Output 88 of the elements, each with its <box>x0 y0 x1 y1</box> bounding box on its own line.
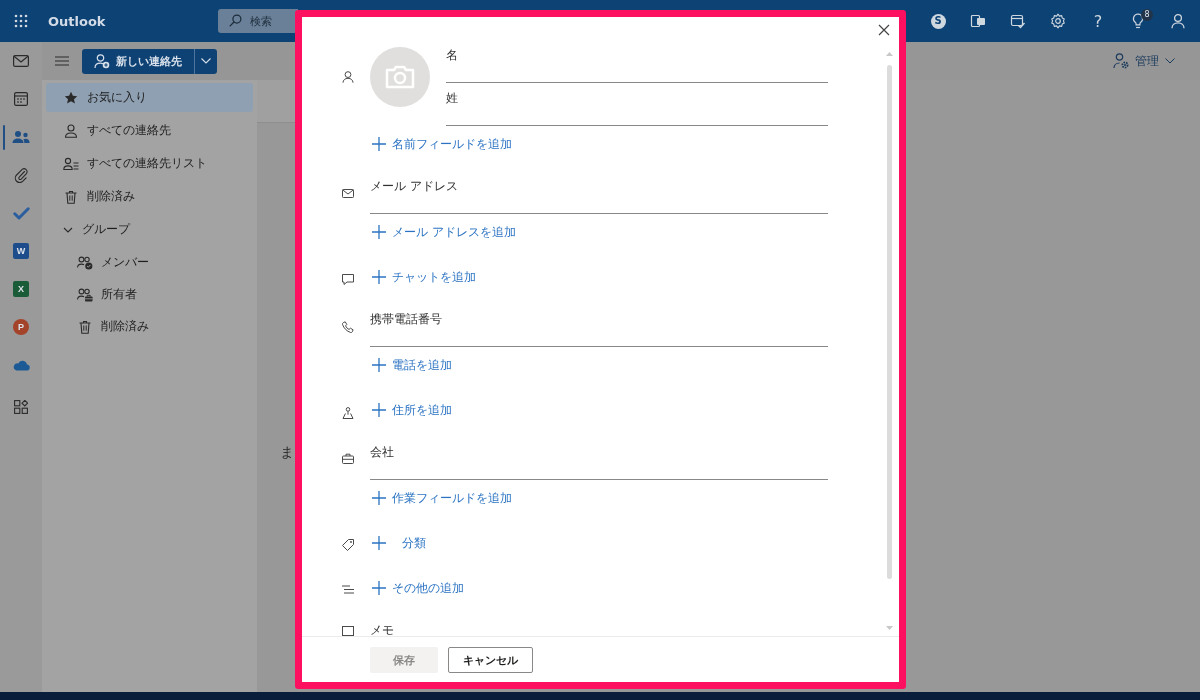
envelope-icon <box>13 55 29 67</box>
search-field[interactable]: 検索 <box>218 9 298 33</box>
scrollbar-thumb[interactable] <box>886 65 892 579</box>
app-button[interactable]: X <box>0 270 42 308</box>
add-field-link[interactable]: 住所を追加 <box>370 400 452 420</box>
cloud-icon <box>12 359 30 371</box>
document-tile-icon <box>970 13 986 29</box>
app-name: Outlook <box>48 13 106 29</box>
new-contact-dropdown-button[interactable] <box>194 48 217 74</box>
add-field-link[interactable]: メール アドレスを追加 <box>370 222 516 242</box>
notification-badge: 8 <box>1141 9 1153 21</box>
plus-icon <box>372 403 386 417</box>
scroll-down-icon <box>885 626 893 630</box>
folder-item[interactable]: お気に入り <box>46 83 253 112</box>
person-icon <box>64 123 78 138</box>
checkmark-icon <box>12 206 30 220</box>
group-header[interactable]: グループ <box>46 215 253 244</box>
person-pin-icon <box>342 407 354 419</box>
briefcase-icon <box>342 453 354 464</box>
help-button[interactable]: ? <box>1078 0 1118 42</box>
tips-button[interactable]: 8 <box>1118 0 1158 42</box>
envelope-icon <box>342 189 354 198</box>
add-field-link[interactable]: 名前フィールドを追加 <box>370 134 512 154</box>
lines-icon <box>342 585 354 594</box>
letter-tile-logo: X <box>13 281 29 297</box>
folder-item[interactable]: 所有者 <box>46 280 253 309</box>
phone-icon <box>342 321 354 333</box>
camera-icon <box>385 65 415 89</box>
dialog-button[interactable]: キャンセル <box>448 647 533 673</box>
plus-icon <box>372 491 386 505</box>
plus-icon <box>372 225 386 239</box>
lightbulb-icon <box>1131 13 1145 29</box>
person-icon <box>342 71 354 83</box>
app-launcher-icon <box>14 14 28 28</box>
chevron-down-icon <box>1165 58 1175 64</box>
tag-icon <box>342 539 354 551</box>
plus-icon <box>372 137 386 151</box>
people-briefcase-icon <box>77 287 93 302</box>
person-icon <box>1170 13 1186 29</box>
person-add-icon <box>94 53 110 69</box>
calendar-check-icon <box>1010 13 1026 29</box>
field-label: メール アドレス <box>370 179 458 193</box>
people-icon <box>12 130 30 144</box>
add-field-link[interactable]: 電話を追加 <box>370 355 452 375</box>
star-icon <box>64 90 78 105</box>
paperclip-icon <box>14 167 28 183</box>
plus-icon <box>372 358 386 372</box>
app-button[interactable]: P <box>0 308 42 346</box>
note-icon <box>342 626 354 636</box>
new-contact-button[interactable]: 新しい連絡先 <box>82 48 194 74</box>
field-label: 名 <box>446 48 458 62</box>
menu-icon <box>55 56 69 66</box>
chat-app-button[interactable]: S <box>918 0 958 42</box>
plus-icon <box>372 581 386 595</box>
people-check-icon <box>77 255 93 270</box>
letter-tile-logo: W <box>13 243 29 259</box>
plus-icon <box>372 536 386 550</box>
add-field-link[interactable]: チャットを追加 <box>370 267 476 287</box>
search-icon <box>229 14 242 27</box>
scroll-up-icon <box>885 52 893 56</box>
folder-item[interactable]: 削除済み <box>46 182 253 211</box>
close-icon <box>878 24 890 36</box>
field-label: メモ <box>370 623 394 636</box>
gear-icon <box>1050 13 1066 29</box>
empty-state-text: ま <box>280 444 294 460</box>
plus-icon <box>372 270 386 284</box>
letter-circle-logo: P <box>13 319 29 335</box>
add-field-link[interactable]: 分類 <box>370 533 426 553</box>
chevron-down-icon <box>201 58 211 64</box>
grid-icon <box>14 400 28 414</box>
folder-item[interactable]: 削除済み <box>46 312 253 341</box>
person-gear-icon <box>1113 53 1129 69</box>
calendar-icon <box>14 92 28 106</box>
field-label: 姓 <box>446 91 458 105</box>
field-label: 会社 <box>370 445 394 459</box>
folder-item[interactable]: メンバー <box>46 248 253 277</box>
add-field-link[interactable]: 作業フィールドを追加 <box>370 488 512 508</box>
field-label: 携帯電話番号 <box>370 312 442 326</box>
trash-icon <box>65 189 77 204</box>
manage-button[interactable]: 管理 <box>1107 47 1181 75</box>
folder-item[interactable]: すべての連絡先 <box>46 116 253 145</box>
chat-bubble-icon <box>342 274 354 285</box>
letter-circle-logo: S <box>930 13 946 29</box>
trash-icon <box>79 319 91 334</box>
add-field-link[interactable]: その他の追加 <box>370 578 464 598</box>
people-list-icon <box>63 156 79 171</box>
app-button[interactable]: W <box>0 232 42 270</box>
folder-item[interactable]: すべての連絡先リスト <box>46 149 253 178</box>
